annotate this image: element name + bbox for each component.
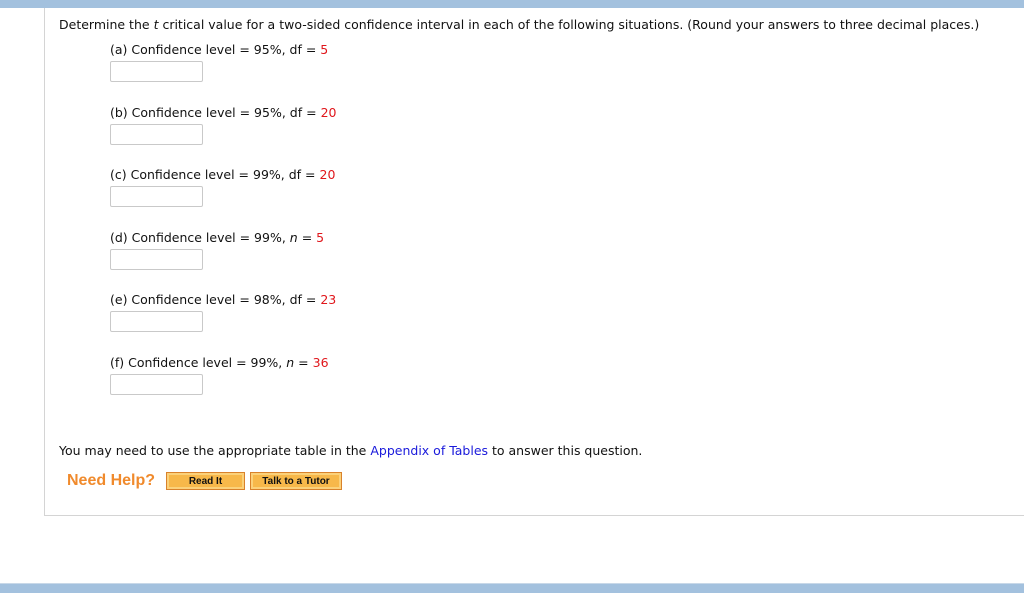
note-text: You may need to use the appropriate tabl…: [59, 443, 371, 458]
variable: df: [288, 167, 302, 182]
given-value: 36: [312, 354, 329, 370]
given-value: 20: [320, 104, 337, 120]
given-value: 5: [320, 42, 329, 57]
question-prompt: Determine the t critical value for a two…: [59, 17, 979, 32]
question-f: (f) Confidence level = 99%, n = 36: [110, 355, 329, 370]
equals: =: [302, 104, 321, 120]
read-it-button[interactable]: Read It: [166, 472, 245, 490]
question-e: (e) Confidence level = 98%, df = 23: [110, 292, 336, 307]
question-d: (d) Confidence level = 99%, n = 5: [110, 230, 324, 245]
question-c: (c) Confidence level = 99%, df = 20: [110, 167, 335, 182]
variable: n: [286, 354, 295, 370]
answer-input-d[interactable]: [110, 248, 203, 270]
question-label: (d) Confidence level = 99%,: [110, 229, 290, 245]
variable: df: [289, 292, 302, 307]
question-label: (b) Confidence level = 95%,: [110, 104, 290, 120]
equals: =: [301, 292, 321, 307]
answer-input-a[interactable]: [110, 61, 203, 82]
need-help-label: Need Help?: [67, 472, 156, 489]
question-label: (c) Confidence level = 99%,: [110, 167, 289, 182]
note-text-rest: to answer this question.: [488, 443, 643, 458]
variable: n: [289, 229, 298, 245]
prompt-text-rest: critical value for a two-sided confidenc…: [158, 17, 980, 32]
top-bar: [0, 0, 1024, 8]
equals: =: [294, 354, 313, 370]
question-label: (a) Confidence level = 95%,: [110, 42, 290, 57]
variable: df: [289, 104, 303, 120]
question-label: (e) Confidence level = 98%,: [110, 292, 290, 307]
given-value: 23: [320, 292, 337, 307]
appendix-link[interactable]: Appendix of Tables: [370, 443, 488, 458]
question-b: (b) Confidence level = 95%, df = 20: [110, 105, 336, 120]
prompt-text: Determine the: [59, 17, 154, 32]
talk-to-tutor-button[interactable]: Talk to a Tutor: [250, 472, 342, 490]
equals: =: [301, 167, 320, 182]
equals: =: [301, 42, 321, 57]
question-a: (a) Confidence level = 95%, df = 5: [110, 42, 328, 57]
answer-input-e[interactable]: [110, 311, 203, 332]
answer-input-f[interactable]: [110, 373, 203, 395]
question-label: (f) Confidence level = 99%,: [110, 354, 287, 370]
given-value: 20: [319, 167, 336, 182]
given-value: 5: [316, 229, 325, 245]
answer-input-c[interactable]: [110, 186, 203, 207]
appendix-note: You may need to use the appropriate tabl…: [59, 443, 642, 458]
equals: =: [297, 229, 317, 245]
answer-input-b[interactable]: [110, 123, 203, 145]
variable: df: [289, 42, 302, 57]
